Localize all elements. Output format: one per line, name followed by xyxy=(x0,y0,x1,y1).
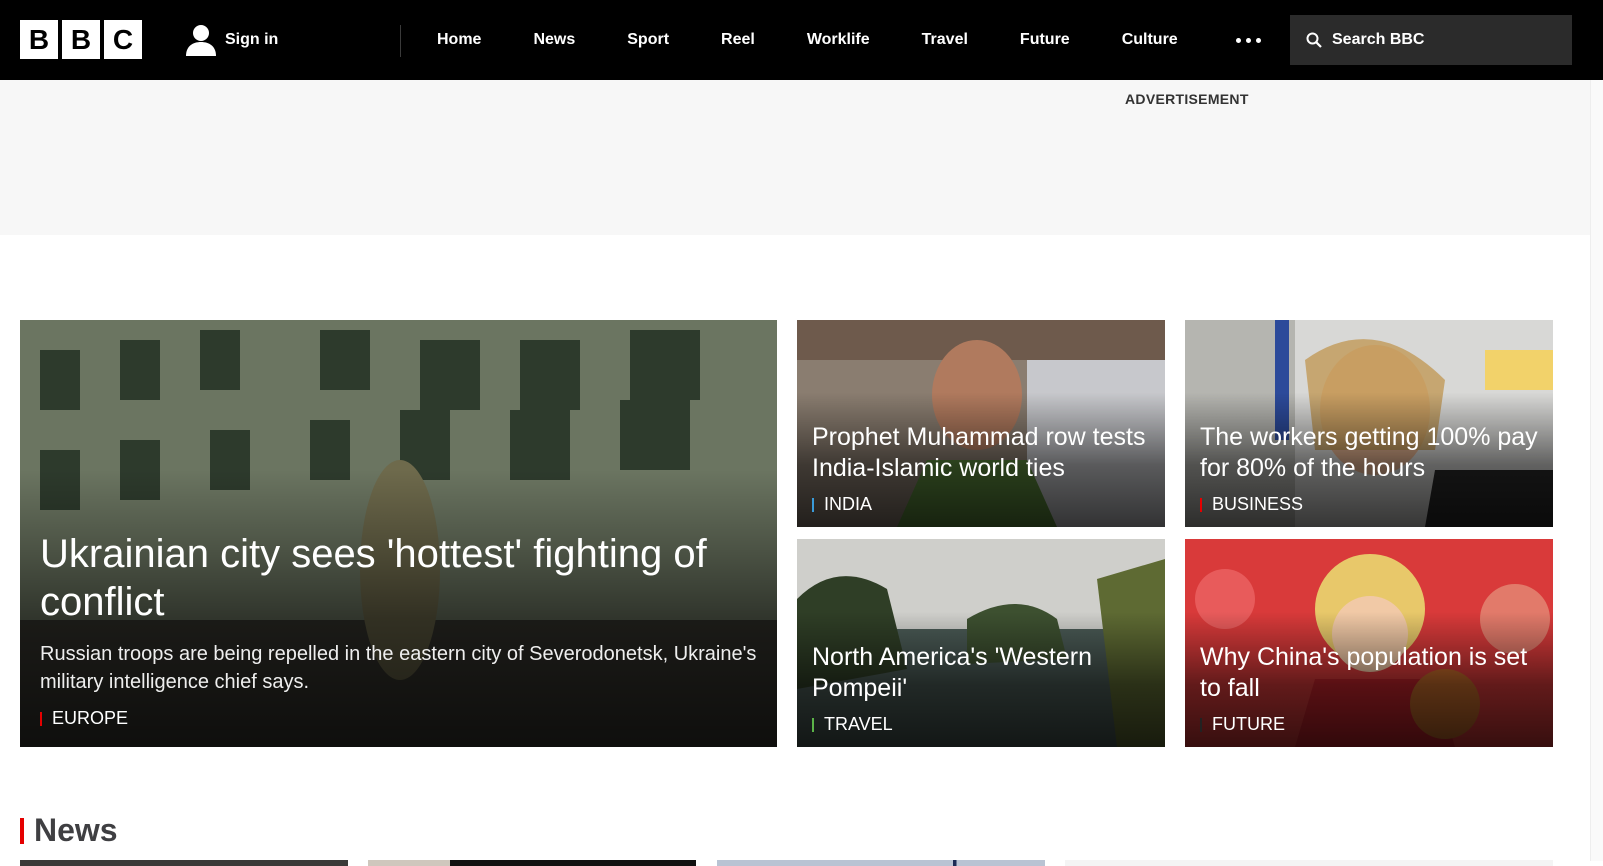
search-box[interactable]: Search BBC xyxy=(1290,15,1572,65)
story-tag[interactable]: TRAVEL xyxy=(812,714,1150,735)
sign-in-label: Sign in xyxy=(225,31,279,48)
bbc-logo[interactable]: B B C xyxy=(20,20,142,59)
nav-divider xyxy=(400,25,401,57)
story-text: The workers getting 100% pay for 80% of … xyxy=(1200,422,1538,515)
user-icon xyxy=(186,25,216,56)
story-headline[interactable]: North America's 'Western Pompeii' xyxy=(812,642,1150,704)
story-headline[interactable]: Prophet Muhammad row tests India-Islamic… xyxy=(812,422,1150,484)
main-nav: Home News Sport Reel Worklife Travel Fut… xyxy=(437,0,1178,80)
nav-sport[interactable]: Sport xyxy=(627,31,669,49)
tag-label: EUROPE xyxy=(52,708,129,728)
search-placeholder: Search BBC xyxy=(1332,31,1425,48)
lead-story-summary: Russian troops are being repelled in the… xyxy=(40,643,757,693)
nav-travel[interactable]: Travel xyxy=(922,31,968,49)
tag-label: BUSINESS xyxy=(1212,494,1304,514)
page-scrollbar[interactable] xyxy=(1590,80,1603,861)
section-marker xyxy=(20,817,24,844)
top-nav-bar: B B C Sign in Home News Sport Reel Workl… xyxy=(0,0,1603,80)
lead-story-tag[interactable]: EUROPE xyxy=(40,708,762,729)
tag-marker xyxy=(1200,717,1202,732)
story-text: Why China's population is set to fall FU… xyxy=(1200,642,1538,735)
story-tag[interactable]: BUSINESS xyxy=(1200,494,1538,515)
story-card-india[interactable]: Prophet Muhammad row tests India-Islamic… xyxy=(797,320,1165,527)
tag-label: TRAVEL xyxy=(824,714,893,734)
story-card-travel[interactable]: North America's 'Western Pompeii' TRAVEL xyxy=(797,539,1165,747)
sign-in-link[interactable]: Sign in xyxy=(186,22,278,58)
story-text: North America's 'Western Pompeii' TRAVEL xyxy=(812,642,1150,735)
lead-story-text: Ukrainian city sees 'hottest' fighting o… xyxy=(40,530,762,729)
story-card-business[interactable]: The workers getting 100% pay for 80% of … xyxy=(1185,320,1553,527)
search-icon xyxy=(1306,32,1322,48)
lead-story-headline[interactable]: Ukrainian city sees 'hottest' fighting o… xyxy=(40,530,762,626)
nav-news[interactable]: News xyxy=(533,31,575,49)
tag-marker xyxy=(40,711,42,726)
tag-marker xyxy=(812,717,814,732)
more-menu-icon[interactable] xyxy=(1236,38,1261,43)
story-tag[interactable]: INDIA xyxy=(812,494,1150,515)
logo-letter: B xyxy=(62,20,100,59)
story-tag[interactable]: FUTURE xyxy=(1200,714,1538,735)
story-text: Prophet Muhammad row tests India-Islamic… xyxy=(812,422,1150,515)
news-section-title: News xyxy=(34,812,118,848)
nav-reel[interactable]: Reel xyxy=(721,31,755,49)
tag-label: INDIA xyxy=(824,494,873,514)
nav-culture[interactable]: Culture xyxy=(1122,31,1178,49)
tag-label: FUTURE xyxy=(1212,714,1285,734)
nav-future[interactable]: Future xyxy=(1020,31,1070,49)
advertisement-label: ADVERTISEMENT xyxy=(1125,91,1249,107)
lead-story-card[interactable]: Ukrainian city sees 'hottest' fighting o… xyxy=(20,320,777,747)
nav-home[interactable]: Home xyxy=(437,31,481,49)
logo-letter: B xyxy=(20,20,58,59)
tag-marker xyxy=(1200,497,1202,512)
logo-letter: C xyxy=(104,20,142,59)
nav-worklife[interactable]: Worklife xyxy=(807,31,870,49)
story-card-future[interactable]: Why China's population is set to fall FU… xyxy=(1185,539,1553,747)
story-headline[interactable]: Why China's population is set to fall xyxy=(1200,642,1538,704)
advertisement-area xyxy=(0,80,1590,235)
tag-marker xyxy=(812,497,814,512)
news-section-header[interactable]: News xyxy=(20,812,118,849)
story-headline[interactable]: The workers getting 100% pay for 80% of … xyxy=(1200,422,1538,484)
